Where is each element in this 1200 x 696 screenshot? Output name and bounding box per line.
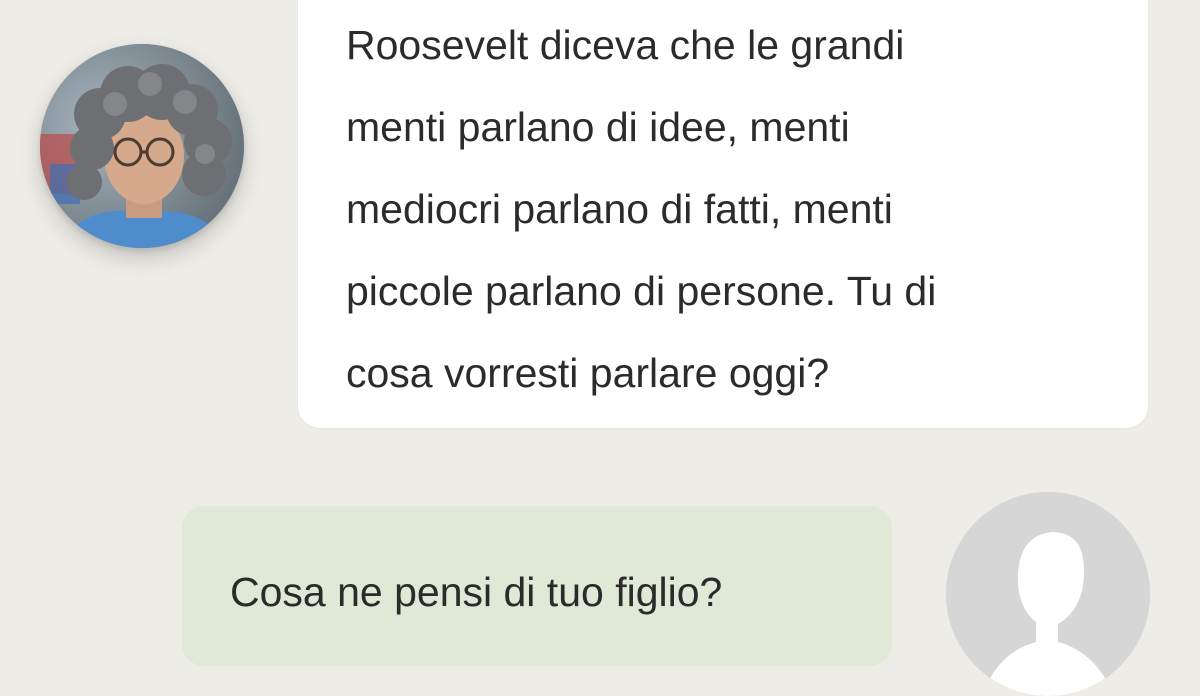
bot-message-text: Roosevelt diceva che le grandi menti par… [346, 22, 937, 396]
user-silhouette-icon [946, 492, 1150, 696]
user-message-bubble: Cosa ne pensi di tuo figlio? [182, 506, 892, 666]
chat-conversation: Roosevelt diceva che le grandi menti par… [0, 0, 1200, 696]
user-avatar [946, 492, 1150, 696]
user-message-text: Cosa ne pensi di tuo figlio? [230, 569, 723, 615]
bot-avatar [40, 44, 244, 248]
person-photo-avatar [40, 44, 244, 248]
bot-message-bubble: Roosevelt diceva che le grandi menti par… [298, 0, 1148, 428]
